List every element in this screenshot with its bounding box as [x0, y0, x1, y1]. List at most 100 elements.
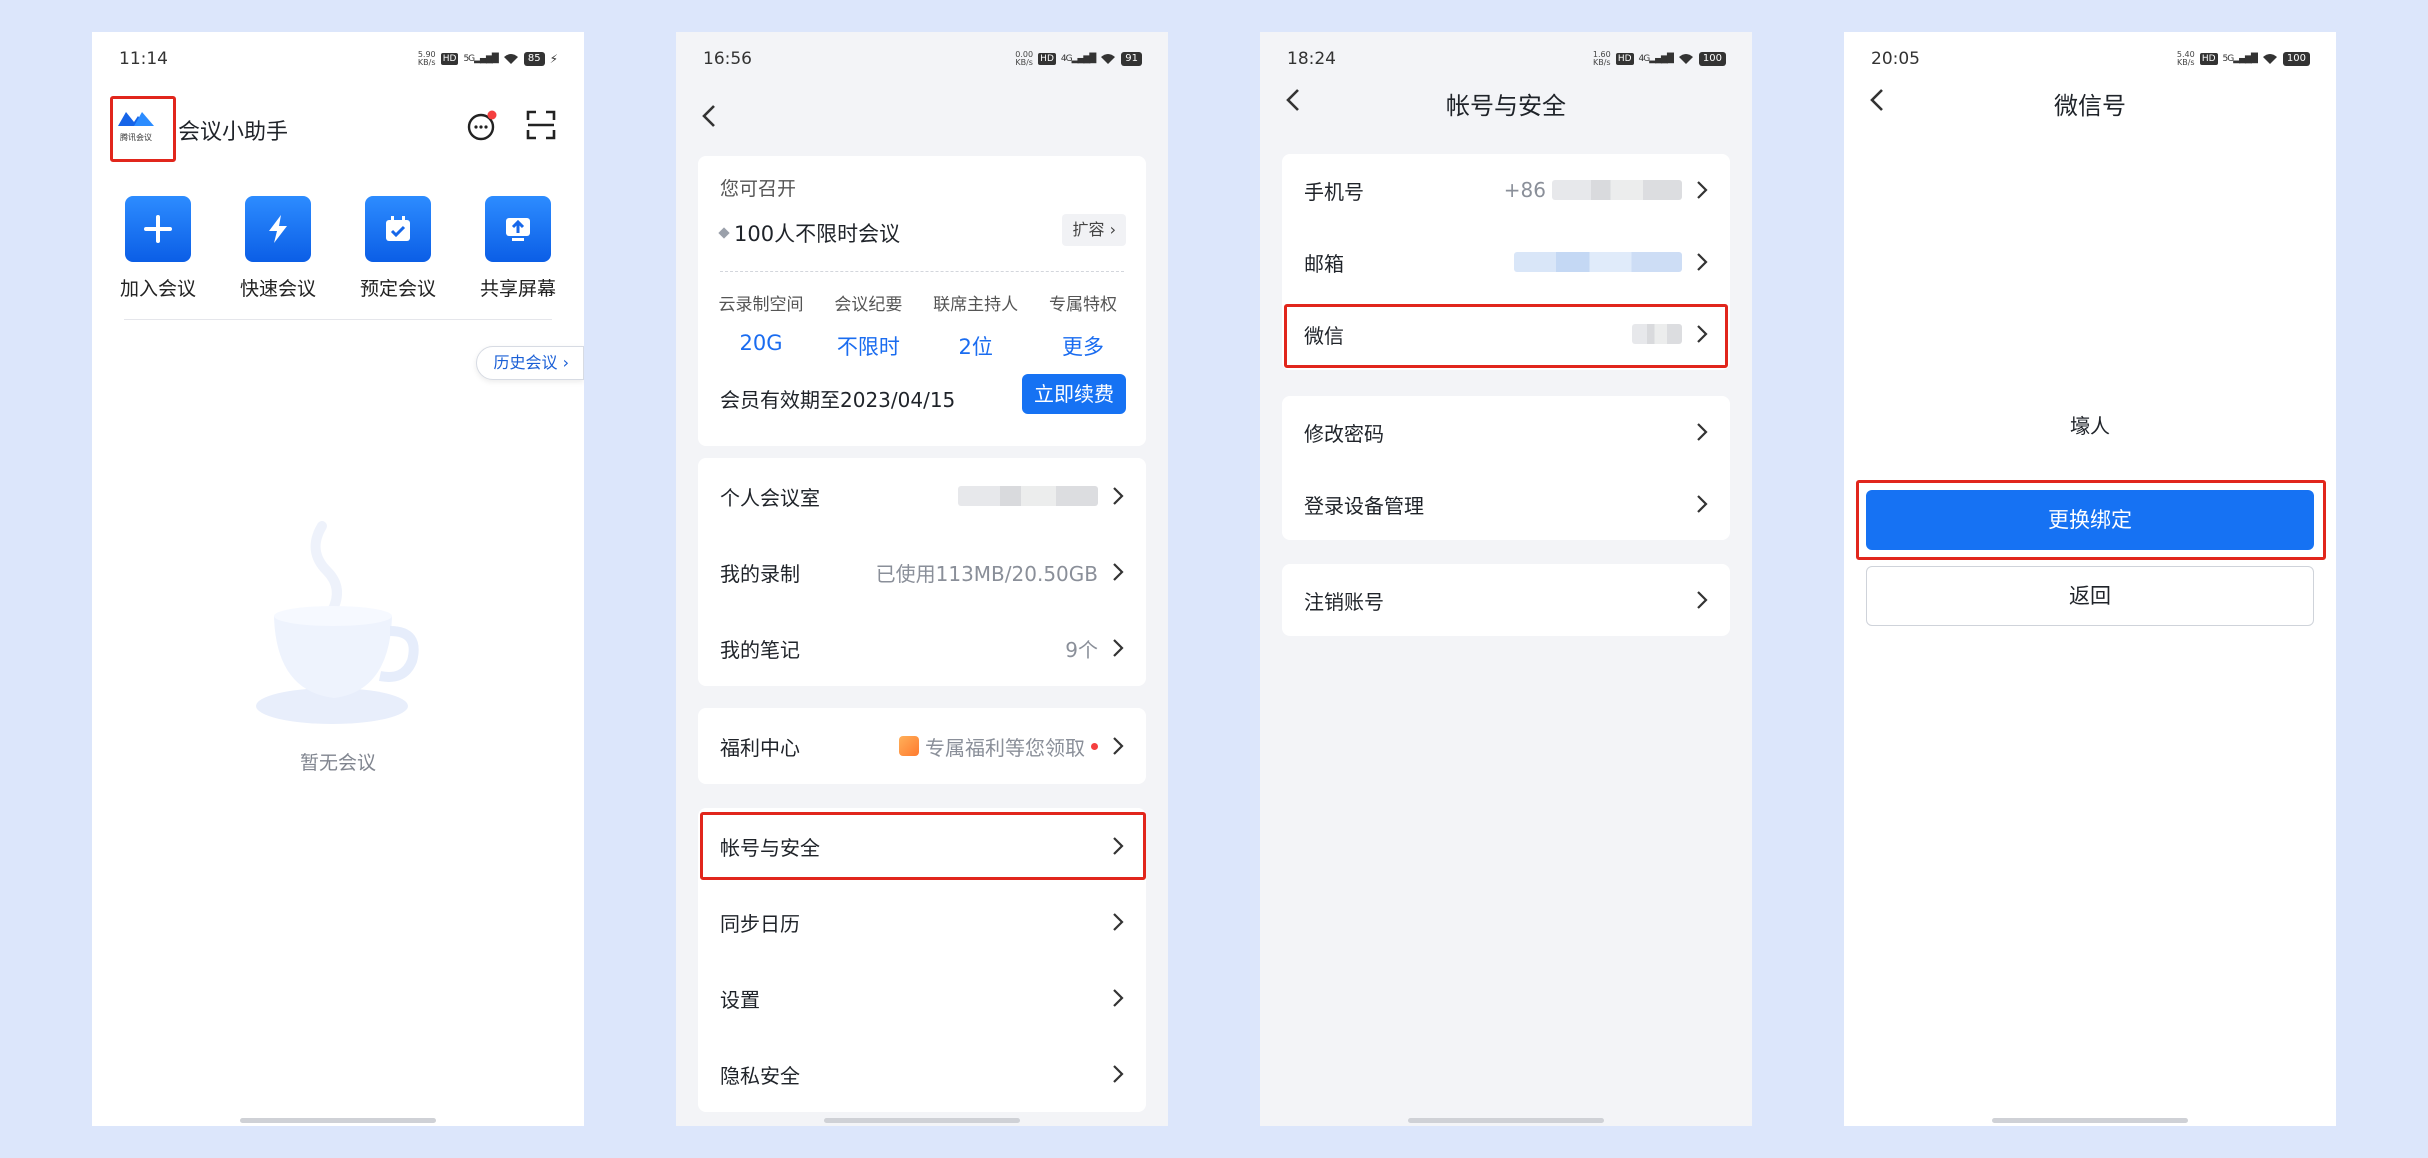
status-icons: 1.60 KB/s HD 4G▂▄▆█ 100 [1593, 51, 1726, 67]
hd-icon: HD [1038, 53, 1056, 65]
row-label: 帐号与安全 [720, 835, 820, 860]
share-screen-button[interactable]: 共享屏幕 [466, 196, 570, 301]
quick-label: 共享屏幕 [479, 278, 556, 300]
settings-row[interactable]: 设置 [698, 960, 1146, 1036]
benefit-value: 不限时 [836, 335, 900, 359]
benefit-value: 2位 [958, 335, 993, 359]
wechat-nickname: 壕人 [2070, 414, 2110, 438]
email-row[interactable]: 邮箱 [1282, 226, 1730, 298]
status-time: 16:56 [703, 49, 752, 69]
benefit-label: 云录制空间 [718, 295, 804, 315]
scan-icon[interactable] [526, 110, 556, 140]
chevron-right-icon [1113, 1065, 1124, 1083]
row-label: 微信 [1304, 323, 1344, 348]
home-indicator[interactable] [240, 1118, 436, 1123]
chevron-right-icon [1113, 737, 1124, 755]
wifi-icon [1678, 54, 1693, 64]
quick-actions: 加入会议 快速会议 预定会议 共享屏幕 [106, 196, 570, 301]
battery-icon: 100 [1698, 52, 1726, 66]
row-value: 9个 [1065, 637, 1098, 662]
benefit-co-host[interactable]: 联席主持人 2位 [923, 290, 1029, 361]
personal-room-row[interactable]: 个人会议室 [698, 458, 1146, 534]
chevron-right-icon [1697, 325, 1708, 343]
change-binding-button[interactable]: 更换绑定 [1866, 490, 2314, 550]
device-management-row[interactable]: 登录设备管理 [1282, 468, 1730, 540]
schedule-meeting-button[interactable]: 预定会议 [346, 196, 450, 301]
row-label: 登录设备管理 [1304, 493, 1424, 518]
phone-number-row[interactable]: 手机号 +86 [1282, 154, 1730, 226]
benefit-exclusive[interactable]: 专属特权 更多 [1030, 290, 1136, 361]
hd-icon: HD [2199, 53, 2218, 65]
expand-capacity-button[interactable]: 扩容 › [1062, 214, 1126, 246]
back-arrow-icon[interactable] [698, 102, 722, 130]
chevron-right-icon: › [562, 353, 569, 372]
divider [124, 319, 552, 320]
can-open-label: 您可召开 [720, 178, 797, 200]
quick-meeting-button[interactable]: 快速会议 [226, 196, 330, 301]
network-speed: 1.60 KB/s [1592, 50, 1611, 67]
network-speed: 5.90 KB/s [417, 50, 436, 67]
chevron-right-icon: › [1109, 220, 1116, 239]
profile-group-1: 个人会议室 我的录制 已使用113MB/20.50GB 我的笔记 9个 [698, 458, 1146, 686]
delete-account-row[interactable]: 注销账号 [1282, 564, 1730, 636]
renew-button[interactable]: 立即续费 [1022, 374, 1126, 414]
phone-screen-home: 11:14 5.90 KB/s HD 5G▂▄▆█ 85 ⚡ 腾讯会议 会议小助… [92, 32, 584, 1126]
country-code: +86 [1503, 178, 1546, 202]
plan-text: 100人不限时会议 [734, 222, 901, 246]
page-title: 帐号与安全 [1446, 92, 1566, 120]
welfare-value: 专属福利等您领取 [925, 735, 1085, 760]
chevron-right-icon [1113, 563, 1124, 581]
lightning-icon [245, 196, 311, 262]
chevron-right-icon [1113, 639, 1124, 657]
member-benefits: 云录制空间 20G 会议纪要 不限时 联席主持人 2位 专属特权 更多 [708, 290, 1136, 361]
phone-screen-wechat: 20:05 5.40 KB/s HD 5G▂▄▆█ 100 微信号 壕人 更换绑… [1844, 32, 2336, 1126]
quick-label: 加入会议 [119, 278, 196, 300]
row-value: 已使用113MB/20.50GB [875, 561, 1098, 586]
benefit-value: 20G [739, 331, 783, 355]
logo-text: 腾讯会议 [120, 133, 152, 142]
blurred-value [1552, 180, 1682, 200]
welfare-center-row[interactable]: 福利中心 专属福利等您领取 [698, 708, 1146, 784]
account-security-row[interactable]: 帐号与安全 [698, 808, 1146, 884]
row-label: 我的笔记 [720, 637, 800, 662]
wechat-row[interactable]: 微信 [1282, 298, 1730, 370]
battery-icon: 100 [2282, 52, 2310, 66]
return-button[interactable]: 返回 [1866, 566, 2314, 626]
blurred-value [958, 486, 1098, 506]
change-password-row[interactable]: 修改密码 [1282, 396, 1730, 468]
battery-icon: 85 [523, 52, 545, 66]
benefit-cloud-storage[interactable]: 云录制空间 20G [708, 290, 814, 361]
row-label: 手机号 [1304, 179, 1364, 204]
chevron-right-icon [1113, 989, 1124, 1007]
row-label: 福利中心 [720, 735, 800, 760]
account-group-2: 修改密码 登录设备管理 [1282, 396, 1730, 540]
message-icon[interactable] [466, 110, 498, 142]
membership-card: 您可召开 100人不限时会议 扩容 › 云录制空间 20G 会议纪要 不限时 联… [698, 156, 1146, 446]
benefit-meeting-notes[interactable]: 会议纪要 不限时 [815, 290, 921, 361]
home-header: 腾讯会议 会议小助手 [92, 92, 584, 162]
status-time: 11:14 [119, 49, 168, 69]
history-meetings-button[interactable]: 历史会议 › [476, 346, 584, 380]
privacy-security-row[interactable]: 隐私安全 [698, 1036, 1146, 1112]
app-logo[interactable]: 腾讯会议 [114, 106, 158, 148]
signal-icon: 5G▂▄▆█ [2222, 54, 2258, 64]
hd-icon: HD [1615, 53, 1634, 65]
row-value: +86 [1504, 178, 1682, 202]
row-label: 修改密码 [1304, 421, 1384, 446]
sync-calendar-row[interactable]: 同步日历 [698, 884, 1146, 960]
home-indicator[interactable] [1408, 1118, 1604, 1123]
home-indicator[interactable] [824, 1118, 1020, 1123]
join-meeting-button[interactable]: 加入会议 [106, 196, 210, 301]
home-indicator[interactable] [1992, 1118, 2188, 1123]
status-time: 20:05 [1871, 49, 1920, 69]
row-label: 隐私安全 [720, 1063, 800, 1088]
gift-icon [899, 736, 919, 756]
diamond-icon [718, 227, 730, 239]
plan-name: 100人不限时会议 [718, 218, 901, 248]
my-recordings-row[interactable]: 我的录制 已使用113MB/20.50GB [698, 534, 1146, 610]
row-label: 设置 [720, 987, 760, 1012]
chevron-right-icon [1697, 253, 1708, 271]
wifi-icon [1101, 54, 1116, 64]
my-notes-row[interactable]: 我的笔记 9个 [698, 610, 1146, 686]
row-value [958, 486, 1098, 506]
